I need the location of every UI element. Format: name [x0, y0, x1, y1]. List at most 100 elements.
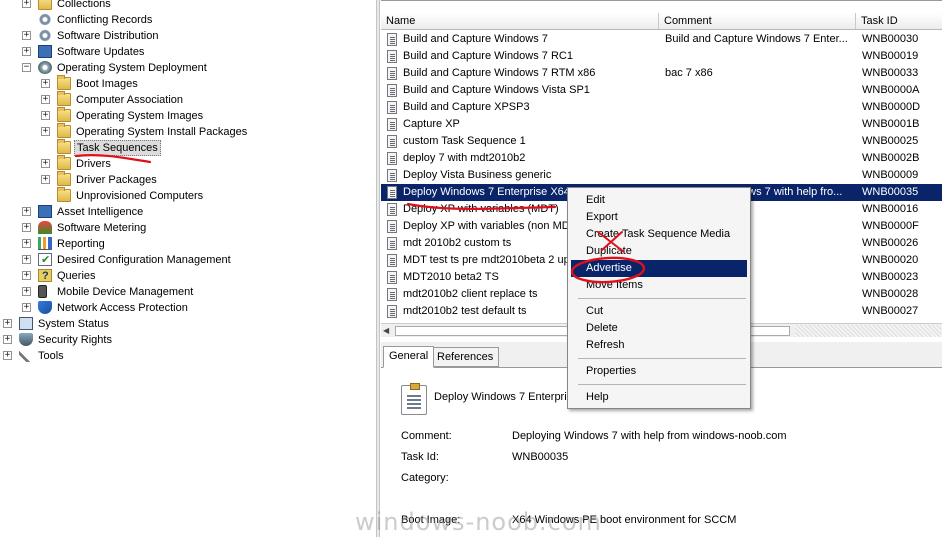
table-row[interactable]: Deploy Vista Business generic WNB00009 — [381, 167, 942, 184]
menu-item-create-task-sequence-media[interactable]: Create Task Sequence Media — [571, 226, 747, 243]
menu-item-help[interactable]: Help — [571, 389, 747, 406]
tab-general[interactable]: General — [383, 346, 435, 368]
cell-name: Build and Capture Windows 7 RC1 — [403, 50, 573, 62]
expand-icon[interactable]: + — [41, 175, 50, 184]
expand-icon[interactable]: + — [22, 223, 31, 232]
tree-node-label[interactable]: Boot Images — [74, 76, 140, 92]
column-header-name[interactable]: Name — [381, 13, 659, 29]
task-sequence-icon — [387, 237, 397, 250]
tree-node-label[interactable]: Software Updates — [55, 44, 146, 60]
expand-icon[interactable]: + — [41, 79, 50, 88]
expand-icon[interactable]: + — [22, 0, 31, 8]
menu-separator — [578, 298, 746, 299]
table-row[interactable]: Build and Capture Windows 7 Build and Cap… — [381, 31, 942, 48]
tree-node-label[interactable]: Mobile Device Management — [55, 284, 195, 300]
cell-name: Build and Capture Windows 7 — [403, 33, 548, 45]
checklist-icon — [38, 252, 52, 268]
column-header-task-id[interactable]: Task ID — [856, 13, 942, 29]
menu-item-cut[interactable]: Cut — [571, 303, 747, 320]
menu-item-move-items[interactable]: Move Items — [571, 277, 747, 294]
tree-node-label[interactable]: Task Sequences — [74, 140, 161, 156]
tree-node-label[interactable]: Operating System Deployment — [55, 60, 209, 76]
menu-item-duplicate[interactable]: Duplicate — [571, 243, 747, 260]
table-row[interactable]: Build and Capture Windows 7 RC1 WNB00019 — [381, 48, 942, 65]
task-sequence-icon — [387, 67, 397, 80]
panel-splitter[interactable] — [376, 0, 380, 537]
column-header-comment[interactable]: Comment — [659, 13, 856, 29]
menu-item-export[interactable]: Export — [571, 209, 747, 226]
category-label: Category: — [401, 472, 449, 484]
tree-node-label[interactable]: Tools — [36, 348, 66, 364]
tree-node-label[interactable]: Desired Configuration Management — [55, 252, 233, 268]
expand-icon[interactable]: + — [22, 255, 31, 264]
cell-id: WNB0002B — [862, 152, 920, 164]
comment-value: Deploying Windows 7 with help from windo… — [512, 430, 787, 442]
cell-id: WNB00033 — [862, 67, 919, 79]
tree-node-label[interactable]: Network Access Protection — [55, 300, 190, 316]
tree-node-label[interactable]: Software Metering — [55, 220, 148, 236]
tree-node-label[interactable]: Conflicting Records — [55, 12, 154, 28]
tab-references[interactable]: References — [431, 347, 500, 367]
expand-icon[interactable]: + — [22, 207, 31, 216]
expand-icon[interactable]: + — [3, 335, 12, 344]
collapse-icon[interactable]: − — [22, 63, 31, 72]
table-row[interactable]: Build and Capture XPSP3 WNB0000D — [381, 99, 942, 116]
task-sequence-icon — [387, 186, 397, 199]
expand-icon[interactable]: + — [41, 159, 50, 168]
expand-icon[interactable]: + — [22, 271, 31, 280]
tree-node-label[interactable]: Software Distribution — [55, 28, 161, 44]
watermark: windows-noob.com — [355, 508, 602, 536]
tools-icon — [19, 349, 33, 362]
expand-icon[interactable]: + — [22, 287, 31, 296]
table-row[interactable]: Build and Capture Windows Vista SP1 WNB00… — [381, 82, 942, 99]
table-row[interactable]: custom Task Sequence 1 WNB00025 — [381, 133, 942, 150]
book-icon — [38, 45, 52, 58]
tree-node-label[interactable]: Reporting — [55, 236, 107, 252]
table-row[interactable]: Build and Capture Windows 7 RTM x86 bac 7… — [381, 65, 942, 82]
task-sequence-icon — [387, 33, 397, 46]
cell-id: WNB0000D — [862, 101, 921, 113]
cell-name: Build and Capture Windows 7 RTM x86 — [403, 67, 596, 79]
task-sequence-icon — [387, 220, 397, 233]
menu-item-edit[interactable]: Edit — [571, 192, 747, 209]
expand-icon[interactable]: + — [41, 127, 50, 136]
cell-id: WNB00030 — [862, 33, 919, 45]
meter-icon — [38, 221, 52, 234]
cell-name: Build and Capture Windows Vista SP1 — [403, 84, 590, 96]
chart-icon — [38, 237, 52, 250]
menu-item-properties[interactable]: Properties — [571, 363, 747, 380]
tree-node-label[interactable]: Security Rights — [36, 332, 114, 348]
expand-icon[interactable]: + — [41, 95, 50, 104]
expand-icon[interactable]: + — [22, 31, 31, 40]
menu-item-delete[interactable]: Delete — [571, 320, 747, 337]
tree-node-label[interactable]: Collections — [55, 0, 113, 12]
tree-node-label[interactable]: Asset Intelligence — [55, 204, 145, 220]
tree-node-label[interactable]: Operating System Images — [74, 108, 205, 124]
tree-node-label[interactable]: Computer Association — [74, 92, 185, 108]
expand-icon[interactable]: + — [22, 47, 31, 56]
expand-icon[interactable]: + — [3, 351, 12, 360]
phone-icon — [38, 285, 47, 298]
tree-node-label[interactable]: Unprovisioned Computers — [74, 188, 205, 204]
folder-icon — [57, 75, 71, 90]
task-sequence-icon — [387, 101, 397, 114]
task-sequence-icon — [387, 118, 397, 131]
tree-node-label[interactable]: Driver Packages — [74, 172, 159, 188]
expand-icon[interactable]: + — [22, 239, 31, 248]
expand-icon[interactable]: + — [3, 319, 12, 328]
menu-item-advertise[interactable]: Advertise — [571, 260, 747, 277]
tree-node-label[interactable]: Drivers — [74, 156, 113, 172]
tree-node-label[interactable]: System Status — [36, 316, 111, 332]
list-header: Name Comment Task ID — [381, 13, 942, 30]
expand-icon[interactable]: + — [41, 111, 50, 120]
table-row[interactable]: Capture XP WNB0001B — [381, 116, 942, 133]
table-row[interactable]: deploy 7 with mdt2010b2 WNB0002B — [381, 150, 942, 167]
tree-node-label[interactable]: Queries — [55, 268, 98, 284]
scroll-left-icon[interactable]: ◀ — [383, 326, 393, 336]
menu-item-refresh[interactable]: Refresh — [571, 337, 747, 354]
book-icon — [38, 205, 52, 218]
task-sequence-icon — [387, 169, 397, 182]
task-sequence-icon — [387, 135, 397, 148]
tree-node-label[interactable]: Operating System Install Packages — [74, 124, 249, 140]
expand-icon[interactable]: + — [22, 303, 31, 312]
